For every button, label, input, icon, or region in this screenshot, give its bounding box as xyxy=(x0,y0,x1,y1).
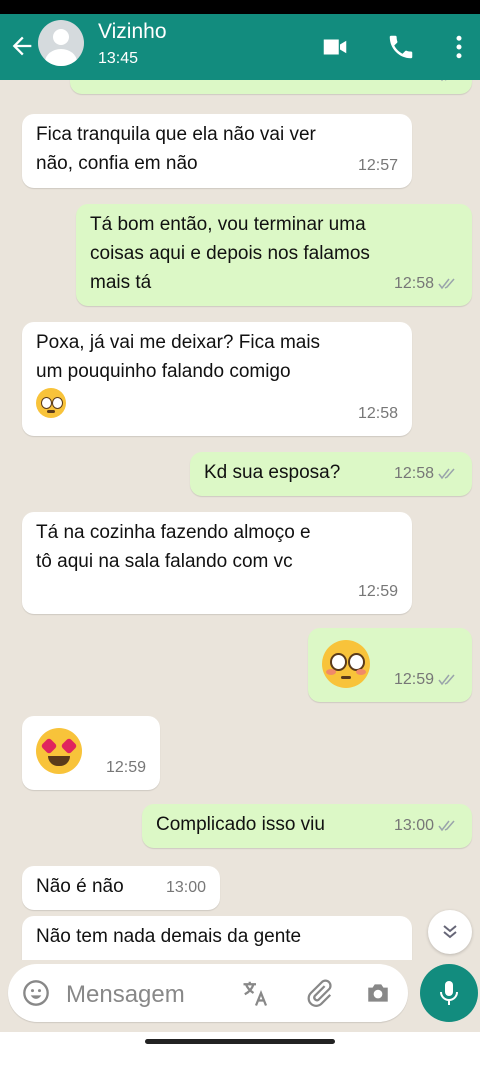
system-navigation-bar xyxy=(0,1032,480,1066)
read-ticks-icon xyxy=(438,468,455,479)
message-text: Fica tranquila que ela não vai ver não, … xyxy=(36,124,316,174)
contact-status: 13:45 xyxy=(98,50,139,67)
mic-button[interactable] xyxy=(420,964,478,1022)
message-time: 13:00 xyxy=(393,817,434,834)
message-bubble-outgoing[interactable]: 12:57 xyxy=(70,80,472,94)
mic-icon xyxy=(440,981,458,1005)
chat-area[interactable]: 12:57 Fica tranquila que ela não vai ver… xyxy=(0,80,480,960)
message-input[interactable]: Mensagem xyxy=(8,964,408,1022)
message-text: Tá na cozinha fazendo almoço e tô aqui n… xyxy=(36,522,311,572)
attach-icon[interactable] xyxy=(304,978,334,1008)
read-ticks-icon xyxy=(438,278,455,289)
pleading-face-icon xyxy=(36,388,66,418)
message-bubble-outgoing[interactable]: Complicado isso viu 13:00 xyxy=(142,804,472,848)
message-bubble-incoming[interactable]: Não tem nada demais da gente xyxy=(22,916,412,960)
camera-icon[interactable] xyxy=(364,980,392,1006)
chat-header: Vizinho 13:45 xyxy=(0,14,480,80)
message-bubble-outgoing[interactable]: 12:59 xyxy=(308,628,472,702)
translate-icon[interactable] xyxy=(240,978,272,1008)
double-chevron-down-icon xyxy=(443,925,457,939)
flushed-face-icon xyxy=(322,640,370,688)
message-time: 12:58 xyxy=(393,275,434,292)
message-time: 12:59 xyxy=(105,759,146,776)
home-gesture-handle[interactable] xyxy=(145,1039,335,1044)
read-ticks-icon xyxy=(441,80,446,81)
message-time: 12:58 xyxy=(357,405,398,422)
compose-bar: Mensagem xyxy=(0,960,480,1032)
contact-name[interactable]: Vizinho xyxy=(98,20,167,44)
more-options-icon[interactable] xyxy=(444,32,474,62)
message-time: 12:58 xyxy=(393,465,434,482)
back-arrow-icon[interactable] xyxy=(8,32,36,60)
message-bubble-incoming[interactable]: 12:59 xyxy=(22,716,160,790)
message-bubble-outgoing[interactable]: Kd sua esposa? 12:58 xyxy=(190,452,472,496)
message-text: Não tem nada demais da gente xyxy=(36,926,302,947)
status-bar xyxy=(0,0,480,14)
message-bubble-incoming[interactable]: Poxa, já vai me deixar? Fica mais um pou… xyxy=(22,322,412,436)
message-time: 12:57 xyxy=(394,80,434,90)
message-time: 12:59 xyxy=(357,583,398,600)
message-bubble-incoming[interactable]: Fica tranquila que ela não vai ver não, … xyxy=(22,114,412,188)
message-text: Poxa, já vai me deixar? Fica mais um pou… xyxy=(36,332,321,382)
voice-call-icon[interactable] xyxy=(386,32,416,62)
video-call-icon[interactable] xyxy=(320,32,350,62)
heart-eyes-face-icon xyxy=(36,728,82,774)
message-time: 12:57 xyxy=(357,157,398,174)
message-time: 13:00 xyxy=(165,879,206,896)
read-ticks-icon xyxy=(438,674,455,685)
avatar[interactable] xyxy=(38,20,84,66)
message-placeholder: Mensagem xyxy=(66,981,185,1008)
message-bubble-incoming[interactable]: Tá na cozinha fazendo almoço e tô aqui n… xyxy=(22,512,412,614)
message-bubble-incoming[interactable]: Não é não 13:00 xyxy=(22,866,220,910)
emoji-icon[interactable] xyxy=(22,979,50,1007)
message-time: 12:59 xyxy=(393,671,434,688)
read-ticks-icon xyxy=(438,820,455,831)
message-bubble-outgoing[interactable]: Tá bom então, vou terminar uma coisas aq… xyxy=(76,204,472,306)
scroll-down-button[interactable] xyxy=(428,910,472,954)
